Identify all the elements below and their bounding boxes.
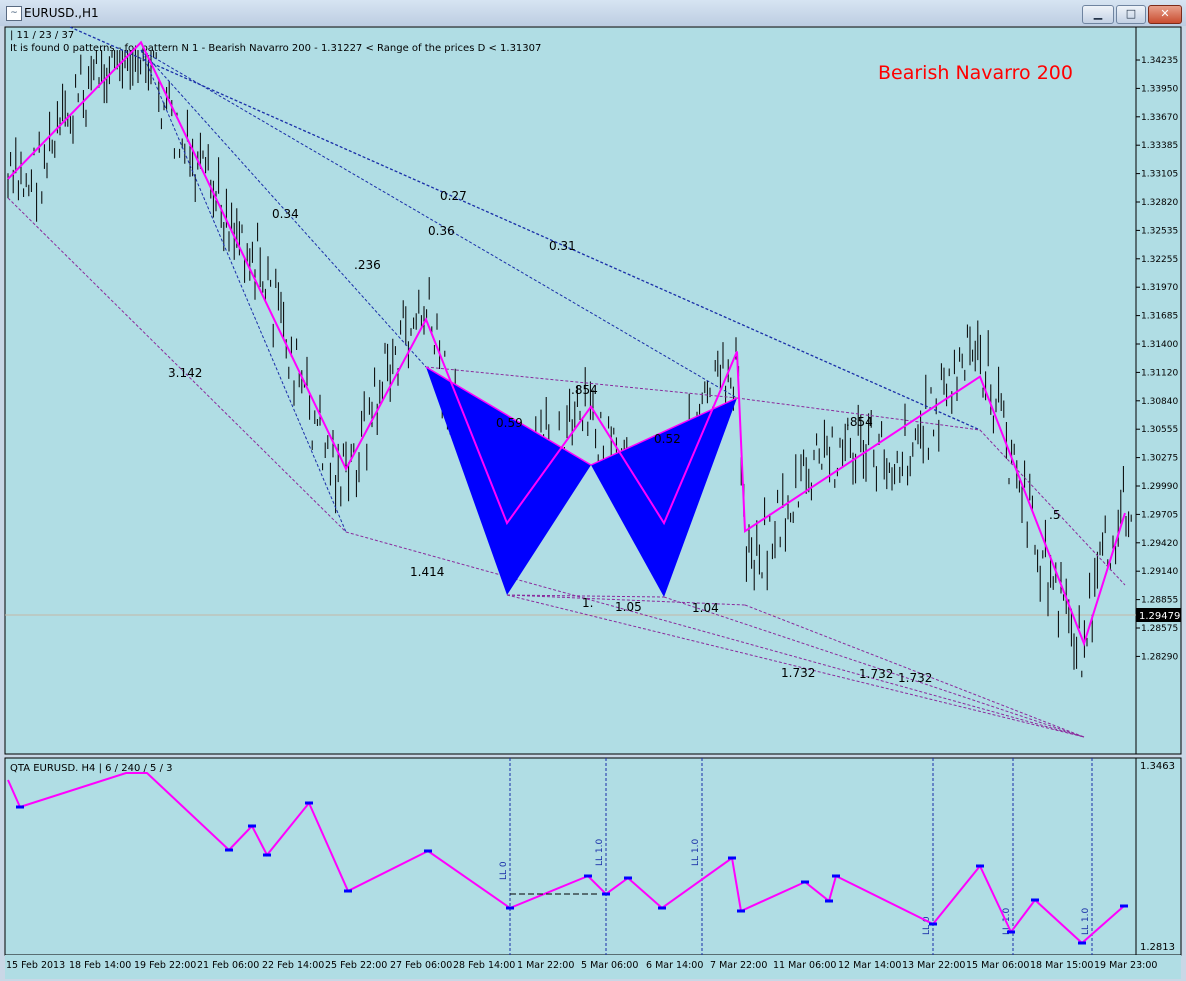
indicator-point: [624, 876, 632, 880]
ratio-label: 1.414: [410, 565, 444, 579]
price-label: 1.31400: [1141, 340, 1178, 350]
indicator-point: [1078, 941, 1086, 945]
price-label: 1.29140: [1141, 567, 1178, 577]
ratio-label: 0.59: [496, 416, 523, 430]
indicator-point: [248, 824, 256, 828]
ratio-label: 0.52: [654, 432, 681, 446]
indicator-point: [225, 848, 233, 852]
indicator-point: [737, 909, 745, 913]
indicator-title: QTA EURUSD. H4 | 6 / 240 / 5 / 3: [10, 763, 173, 774]
ratio-label: 1.05: [615, 600, 642, 614]
price-label: 1.28290: [1141, 652, 1178, 662]
time-label: 1 Mar 22:00: [517, 960, 574, 971]
price-label: 1.30555: [1141, 425, 1178, 435]
time-label: 28 Feb 14:00: [453, 960, 515, 971]
price-label: 1.29990: [1141, 482, 1178, 492]
ratio-label: .5: [1049, 508, 1060, 522]
indicator-point: [506, 906, 514, 910]
indicator-point: [1007, 930, 1015, 934]
price-label: 1.28575: [1141, 624, 1178, 634]
time-label: 12 Mar 14:00: [838, 960, 901, 971]
time-label: 11 Mar 06:00: [773, 960, 836, 971]
indicator-point: [929, 922, 937, 926]
indicator-point: [658, 906, 666, 910]
time-label: 6 Mar 14:00: [646, 960, 703, 971]
indicator-marker-label: LL 1.0: [1081, 908, 1091, 935]
info-line-counts: | 11 / 23 / 37: [10, 30, 74, 41]
price-label: 1.29705: [1141, 510, 1178, 520]
indicator-price-bottom: 1.2813: [1140, 942, 1175, 953]
ratio-label: 0.31: [549, 239, 576, 253]
time-label: 27 Feb 06:00: [390, 960, 452, 971]
ratio-label: 1.732: [898, 671, 932, 685]
time-label: 15 Mar 06:00: [966, 960, 1029, 971]
indicator-point: [832, 874, 840, 878]
ratio-label: .236: [354, 258, 381, 272]
time-label: 19 Feb 22:00: [134, 960, 196, 971]
price-label: 1.28855: [1141, 596, 1178, 606]
indicator-point: [344, 889, 352, 893]
price-label: 1.32535: [1141, 226, 1178, 236]
indicator-point: [424, 849, 432, 853]
time-label: 5 Mar 06:00: [581, 960, 638, 971]
price-label: 1.31970: [1141, 283, 1178, 293]
time-label: 13 Mar 22:00: [902, 960, 965, 971]
chart-svg: | 11 / 23 / 37 It is found 0 patterns - …: [4, 26, 1182, 979]
time-label: 22 Feb 14:00: [262, 960, 324, 971]
time-label: 19 Mar 23:00: [1094, 960, 1157, 971]
price-label: 1.33670: [1141, 113, 1178, 123]
ratio-label: .854: [846, 415, 873, 429]
ratio-label: 1.04: [692, 601, 719, 615]
price-label: 1.31120: [1141, 368, 1178, 378]
indicator-price-top: 1.3463: [1140, 761, 1175, 772]
current-price-label: 1.29479: [1139, 611, 1180, 622]
time-label: 15 Feb 2013: [6, 960, 65, 971]
indicator-marker-label: LL 0: [499, 861, 509, 880]
price-label: 1.31685: [1141, 312, 1178, 322]
ratio-label: 1.732: [781, 666, 815, 680]
price-label: 1.34235: [1141, 56, 1178, 66]
indicator-point: [305, 801, 313, 805]
price-label: 1.30840: [1141, 397, 1178, 407]
pattern-title: Bearish Navarro 200: [878, 62, 1073, 84]
price-label: 1.33950: [1141, 84, 1178, 94]
indicator-point: [584, 874, 592, 878]
price-label: 1.33105: [1141, 170, 1178, 180]
time-label: 18 Mar 15:00: [1030, 960, 1093, 971]
indicator-point: [1031, 898, 1039, 902]
indicator-point: [825, 899, 833, 903]
time-axis-labels: 15 Feb 2013 18 Feb 14:00 19 Feb 22:00 21 Fe…: [6, 960, 1157, 971]
ratio-label: 0.27: [440, 189, 467, 203]
indicator-point: [263, 853, 271, 857]
indicator-point: [801, 880, 809, 884]
price-axis: [1135, 26, 1182, 755]
ratio-label: .854: [571, 383, 598, 397]
indicator-point: [976, 864, 984, 868]
price-label: 1.30275: [1141, 454, 1178, 464]
price-label: 1.29420: [1141, 539, 1178, 549]
indicator-panel[interactable]: [4, 757, 1137, 956]
price-label: 1.33385: [1141, 141, 1178, 151]
indicator-price-axis: [1135, 757, 1182, 956]
time-label: 7 Mar 22:00: [710, 960, 767, 971]
time-label: 21 Feb 06:00: [197, 960, 259, 971]
price-label: 1.32820: [1141, 198, 1178, 208]
info-line-patterns: It is found 0 patterns - for pattern N 1…: [10, 43, 541, 54]
indicator-point: [602, 892, 610, 896]
ratio-label: 0.34: [272, 207, 299, 221]
indicator-point: [728, 856, 736, 860]
indicator-point: [1120, 904, 1128, 908]
time-label: 25 Feb 22:00: [325, 960, 387, 971]
ratio-label: 1.732: [859, 667, 893, 681]
ratio-label: 1.: [582, 596, 593, 610]
ratio-label: 0.36: [428, 224, 455, 238]
indicator-point: [16, 805, 24, 809]
time-label: 18 Feb 14:00: [69, 960, 131, 971]
ratio-label: 3.142: [168, 366, 202, 380]
price-label: 1.32255: [1141, 255, 1178, 265]
indicator-marker-label: LL 1.0: [595, 839, 605, 866]
indicator-marker-label: LL 1.0: [691, 839, 701, 866]
